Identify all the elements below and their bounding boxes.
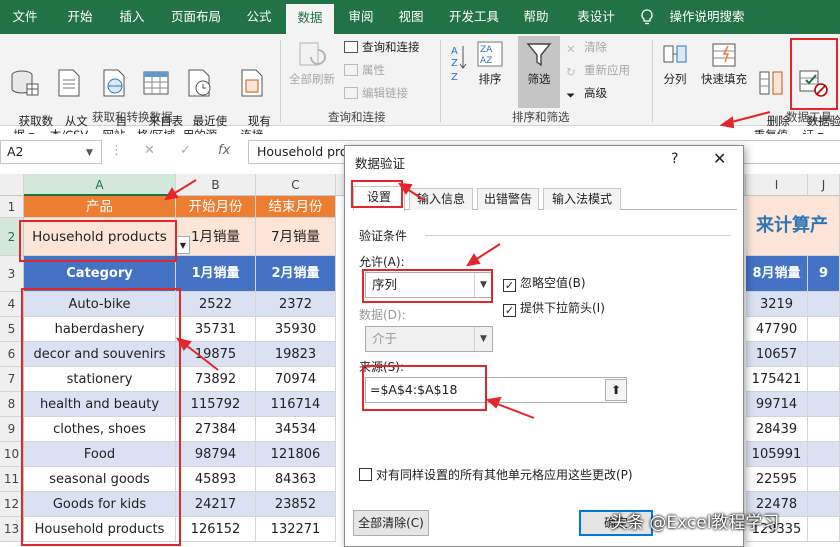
watermark-text: 头条 @Excel教程学习	[610, 513, 780, 533]
annotation-arrows	[164, 111, 771, 419]
